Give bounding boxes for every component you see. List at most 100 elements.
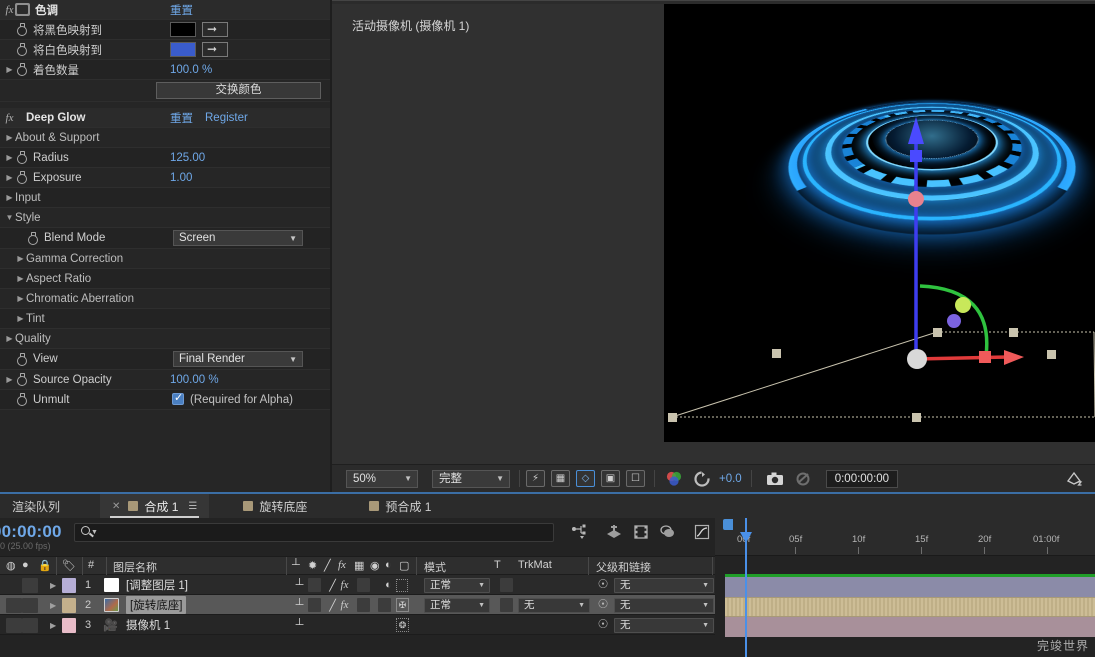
transparency-grid-icon[interactable]: ▦ xyxy=(551,470,570,487)
tab-precomp-1[interactable]: 预合成 1 xyxy=(357,494,443,518)
stopwatch-icon[interactable] xyxy=(15,23,28,36)
eyedropper-icon[interactable] xyxy=(202,21,228,37)
chevron-right-icon[interactable]: ▶ xyxy=(50,621,56,630)
color-swatch-white-map[interactable] xyxy=(170,42,196,57)
zoom-level-dropdown[interactable]: 50% ▼ xyxy=(346,469,418,488)
blend-mode-dropdown[interactable]: Screen ▼ xyxy=(173,230,303,246)
parent-pickwhip-icon[interactable]: ☉ xyxy=(596,618,610,632)
resolution-dropdown[interactable]: 完整 ▼ xyxy=(432,469,510,488)
trkmat-swatch[interactable] xyxy=(500,598,513,612)
layer-name-header[interactable]: 图层名称 xyxy=(113,559,157,575)
effects-switch-icon[interactable]: fx xyxy=(338,579,351,591)
exposure-value[interactable]: +0.0 xyxy=(719,473,742,485)
group-row-style[interactable]: ▼ Style xyxy=(0,208,330,228)
stopwatch-icon[interactable] xyxy=(15,63,28,76)
chevron-right-icon[interactable]: ▶ xyxy=(50,601,56,610)
audio-toggle[interactable] xyxy=(22,597,38,613)
chevron-right-icon[interactable]: ▶ xyxy=(4,153,15,162)
effect-header-tint[interactable]: fx 色调 重置 xyxy=(0,0,330,20)
parent-select[interactable]: 无 ▼ xyxy=(614,617,714,633)
blend-mode-select[interactable]: 正常 ▼ xyxy=(424,597,490,613)
stopwatch-icon[interactable] xyxy=(15,352,28,366)
subgroup-row-aspect-ratio[interactable]: ▶ Aspect Ratio xyxy=(0,269,330,289)
parent-pickwhip-icon[interactable]: ☉ xyxy=(596,578,610,592)
hide-shy-layers-icon[interactable] xyxy=(631,523,651,542)
trkmat-select[interactable]: 无 ▼ xyxy=(518,597,590,613)
chevron-right-icon[interactable]: ▶ xyxy=(4,65,15,74)
swap-colors-button[interactable]: 交换颜色 xyxy=(156,82,321,99)
chevron-right-icon[interactable]: ▶ xyxy=(15,274,26,283)
chevron-right-icon[interactable]: ▶ xyxy=(4,193,15,202)
chevron-right-icon[interactable]: ▶ xyxy=(4,375,15,384)
audio-toggle[interactable] xyxy=(22,577,38,593)
tab-render-queue[interactable]: 渲染队列 xyxy=(0,494,72,518)
transform-gizmo[interactable] xyxy=(664,4,1095,442)
effect-reset-tint[interactable]: 重置 xyxy=(170,2,193,18)
collapse-switch[interactable] xyxy=(308,598,321,612)
collapse-switch[interactable] xyxy=(308,578,321,592)
chevron-right-icon[interactable]: ▶ xyxy=(4,334,15,343)
fast-preview-icon[interactable]: ⚡ xyxy=(526,470,545,487)
draft-3d-icon[interactable] xyxy=(604,523,624,542)
take-snapshot-icon[interactable] xyxy=(766,470,784,488)
chevron-right-icon[interactable]: ▶ xyxy=(15,254,26,263)
chevron-right-icon[interactable]: ▶ xyxy=(50,581,56,590)
property-value-amount-to-tint[interactable]: 100.0 % xyxy=(170,64,212,76)
layer-track-bar[interactable] xyxy=(725,577,1095,597)
time-ruler[interactable]: 00f 05f 10f 15f 20f 01:00f xyxy=(715,532,1095,556)
reset-exposure-icon[interactable] xyxy=(693,470,711,488)
adjustment-switch-icon[interactable]: ◐ xyxy=(382,579,395,591)
group-row-about-support[interactable]: ▶ About & Support xyxy=(0,128,330,148)
subgroup-row-chromatic-aberration[interactable]: ▶ Chromatic Aberration xyxy=(0,289,330,309)
chevron-right-icon[interactable]: ▶ xyxy=(4,173,15,182)
layer-track-bar[interactable] xyxy=(725,597,1095,617)
three-d-switch-icon[interactable]: ❂ xyxy=(396,618,409,632)
stopwatch-icon[interactable] xyxy=(15,151,28,164)
region-of-interest-icon[interactable]: ◇ xyxy=(576,470,595,487)
stopwatch-icon[interactable] xyxy=(26,231,39,245)
tab-rotating-base[interactable]: 旋转底座 xyxy=(231,494,319,518)
blend-mode-select[interactable]: 正常 ▼ xyxy=(424,577,490,593)
property-value-exposure[interactable]: 1.00 xyxy=(170,172,192,184)
chevron-right-icon[interactable]: ▶ xyxy=(15,314,26,323)
parent-select[interactable]: 无 ▼ xyxy=(614,597,714,613)
group-row-input[interactable]: ▶ Input xyxy=(0,188,330,208)
snapshot-area-icon[interactable]: ☐ xyxy=(626,470,645,487)
frame-blending-icon[interactable] xyxy=(658,523,678,542)
renderer-options-icon[interactable] xyxy=(1065,470,1083,488)
view-dropdown[interactable]: Final Render ▼ xyxy=(173,351,303,367)
subgroup-row-gamma-correction[interactable]: ▶ Gamma Correction xyxy=(0,249,330,269)
effect-reset-deep-glow[interactable]: 重置 xyxy=(170,110,193,126)
shy-switch-icon[interactable]: ┴ xyxy=(293,599,306,611)
composition-render-area[interactable] xyxy=(664,4,1095,442)
channel-color-icon[interactable] xyxy=(665,470,683,488)
playhead[interactable] xyxy=(740,518,752,657)
stopwatch-icon[interactable] xyxy=(15,171,28,184)
tab-comp-1[interactable]: ✕ 合成 1 ☰ xyxy=(100,494,210,518)
composition-mini-flowchart-icon[interactable] xyxy=(570,523,590,542)
effect-toggle-icon[interactable] xyxy=(15,3,30,16)
shy-switch-icon[interactable]: ┴ xyxy=(293,579,306,591)
close-icon[interactable]: ✕ xyxy=(112,501,120,512)
color-swatch-black[interactable] xyxy=(170,22,196,37)
chevron-right-icon[interactable]: ▶ xyxy=(15,294,26,303)
trkmat-swatch[interactable] xyxy=(500,578,513,592)
panel-menu-icon[interactable]: ☰ xyxy=(188,501,197,512)
effects-switch-icon[interactable]: fx xyxy=(338,599,351,611)
frame-blend-switch[interactable] xyxy=(357,598,370,612)
parent-select[interactable]: 无 ▼ xyxy=(614,577,714,593)
subgroup-row-tint[interactable]: ▶ Tint xyxy=(0,309,330,329)
unmult-checkbox[interactable] xyxy=(172,391,184,405)
frame-blend-switch[interactable] xyxy=(357,578,370,592)
layer-name[interactable]: 摄像机 1 xyxy=(126,617,170,633)
search-input[interactable]: ▼ xyxy=(74,523,554,542)
stopwatch-icon[interactable] xyxy=(15,393,28,406)
mask-icon[interactable]: ▣ xyxy=(601,470,620,487)
stopwatch-icon[interactable] xyxy=(15,43,28,56)
layer-name[interactable]: [调整图层 1] xyxy=(126,577,188,593)
effect-register-link[interactable]: Register xyxy=(205,112,248,124)
layer-label-color[interactable] xyxy=(62,617,76,633)
video-toggle[interactable] xyxy=(6,617,22,633)
graph-editor-icon[interactable] xyxy=(692,523,712,542)
stopwatch-icon[interactable] xyxy=(15,373,28,386)
